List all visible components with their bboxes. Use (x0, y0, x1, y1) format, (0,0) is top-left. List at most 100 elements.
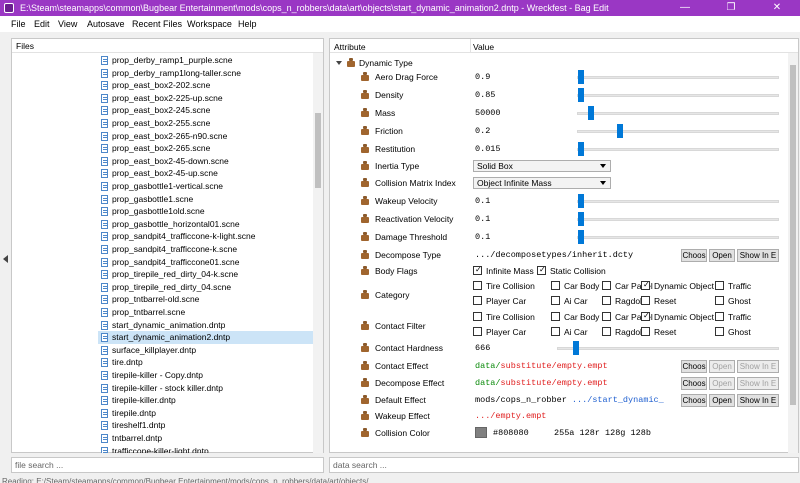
menu-help[interactable]: Help (238, 19, 257, 29)
file-list-item[interactable]: tire.dntp (98, 356, 313, 369)
menu-view[interactable]: View (58, 19, 77, 29)
slider-thumb[interactable] (578, 88, 584, 102)
menu-autosave[interactable]: Autosave (87, 19, 125, 29)
minimize-button[interactable]: — (662, 0, 708, 16)
checkbox-box[interactable] (715, 312, 724, 321)
attr-value[interactable]: 50000 (475, 108, 501, 118)
choose-button[interactable]: Choos (681, 394, 707, 407)
file-list-item[interactable]: tireshelf1.dntp (98, 419, 313, 432)
color-hex[interactable]: #808080 (493, 428, 529, 438)
collision-matrix-select[interactable]: Object Infinite Mass (473, 177, 611, 189)
slider-thumb[interactable] (578, 142, 584, 156)
checkbox-box[interactable] (551, 281, 560, 290)
file-list-item[interactable]: tntbarrel.dntp (98, 432, 313, 445)
file-list-item[interactable]: prop_gasbottle1.scne (98, 193, 313, 206)
file-list-item[interactable]: start_dynamic_animation2.dntp (98, 331, 313, 344)
checkbox-box[interactable] (602, 296, 611, 305)
attr-value[interactable]: 666 (475, 343, 490, 353)
files-scroll-thumb[interactable] (315, 113, 321, 188)
slider-thumb[interactable] (578, 194, 584, 208)
data-search-input[interactable]: data search ... (329, 457, 799, 473)
checkbox-box[interactable] (473, 327, 482, 336)
checkbox-box[interactable] (715, 281, 724, 290)
file-list-item[interactable]: prop_gasbottle_horizontal01.scne (98, 218, 313, 231)
checkbox-box[interactable] (641, 280, 650, 290)
menu-file[interactable]: File (11, 19, 26, 29)
file-list-item[interactable]: prop_tirepile_red_dirty_04-k.scne (98, 268, 313, 281)
reactivation-velocity-slider[interactable] (577, 212, 779, 226)
col-value[interactable]: Value (473, 42, 494, 52)
collapse-arrow-icon[interactable] (3, 255, 8, 263)
checkbox-box[interactable] (641, 296, 650, 305)
show-in-explorer-button[interactable]: Show In E (737, 249, 779, 262)
checkbox-box[interactable] (551, 327, 560, 336)
data-scrollbar[interactable] (788, 53, 798, 453)
maximize-button[interactable]: ❐ (708, 0, 754, 16)
open-button[interactable]: Open (709, 394, 735, 407)
file-list-item[interactable]: prop_gasbottle1-vertical.scne (98, 180, 313, 193)
chevron-down-icon[interactable] (336, 61, 342, 65)
file-list-item[interactable]: prop_derby_ramp1long-taller.scne (98, 67, 313, 80)
file-list-item[interactable]: prop_tirepile_red_dirty_04.scne (98, 281, 313, 294)
friction-slider[interactable] (577, 124, 779, 138)
aero-slider[interactable] (577, 70, 779, 84)
checkbox-box[interactable] (473, 281, 482, 290)
checkbox-box[interactable] (602, 312, 611, 321)
menu-edit[interactable]: Edit (34, 19, 50, 29)
data-scroll-thumb[interactable] (790, 65, 796, 405)
checkbox-box[interactable] (551, 312, 560, 321)
density-slider[interactable] (577, 88, 779, 102)
file-list-item[interactable]: prop_east_box2-45-up.scne (98, 167, 313, 180)
file-list-item[interactable]: prop_gasbottle1old.scne (98, 205, 313, 218)
file-list-item[interactable]: tirepile-killer - stock killer.dntp (98, 382, 313, 395)
choose-button[interactable]: Choos (681, 377, 707, 390)
show-in-explorer-button[interactable]: Show In E (737, 377, 779, 390)
attr-value[interactable]: 0.1 (475, 214, 490, 224)
file-list-item[interactable]: prop_tntbarrel-old.scne (98, 293, 313, 306)
color-swatch[interactable] (475, 427, 487, 438)
col-attribute[interactable]: Attribute (334, 42, 366, 52)
files-scrollbar[interactable] (313, 53, 323, 453)
file-list-item[interactable]: prop_derby_ramp1_purple.scne (98, 54, 313, 67)
file-list-item[interactable]: tirepile.dntp (98, 407, 313, 420)
file-list-item[interactable]: prop_east_box2-265-n90.scne (98, 130, 313, 143)
color-channels[interactable]: 255a 128r 128g 128b (554, 428, 651, 438)
checkbox-box[interactable] (602, 327, 611, 336)
wakeup-velocity-slider[interactable] (577, 194, 779, 208)
file-list-item[interactable]: prop_east_box2-225-up.scne (98, 92, 313, 105)
file-list-item[interactable]: prop_sandpit4_trafficcone01.scne (98, 256, 313, 269)
file-list-item[interactable]: prop_east_box2-202.scne (98, 79, 313, 92)
file-list-item[interactable]: start_dynamic_animation.dntp (98, 319, 313, 332)
checkbox-box[interactable] (473, 296, 482, 305)
attr-value[interactable]: 0.015 (475, 144, 501, 154)
slider-thumb[interactable] (578, 212, 584, 226)
column-divider[interactable] (470, 39, 471, 53)
file-list-item[interactable]: prop_sandpit4_trafficcone-k.scne (98, 243, 313, 256)
file-list-item[interactable]: surface_killplayer.dntp (98, 344, 313, 357)
show-in-explorer-button[interactable]: Show In E (737, 360, 779, 373)
mass-slider[interactable] (577, 106, 779, 120)
checkbox-box[interactable] (473, 312, 482, 321)
file-list-item[interactable]: prop_east_box2-255.scne (98, 117, 313, 130)
close-button[interactable]: ✕ (754, 0, 800, 16)
checkbox-box[interactable] (473, 265, 482, 275)
checkbox-box[interactable] (641, 311, 650, 321)
checkbox-box[interactable] (551, 296, 560, 305)
slider-thumb[interactable] (573, 341, 580, 355)
attr-value[interactable]: 0.1 (475, 232, 490, 242)
file-search-input[interactable]: file search ... (11, 457, 324, 473)
choose-button[interactable]: Choos (681, 360, 707, 373)
choose-button[interactable]: Choos (681, 249, 707, 262)
slider-thumb[interactable] (617, 124, 624, 138)
slider-thumb[interactable] (587, 106, 594, 120)
checkbox-box[interactable] (715, 327, 724, 336)
checkbox-box[interactable] (641, 327, 650, 336)
file-list-item[interactable]: prop_tntbarrel.scne (98, 306, 313, 319)
open-button[interactable]: Open (709, 360, 735, 373)
menu-recent-files[interactable]: Recent Files (132, 19, 182, 29)
checkbox-box[interactable] (602, 281, 611, 290)
attr-value[interactable]: 0.2 (475, 126, 490, 136)
damage-threshold-slider[interactable] (577, 230, 779, 244)
open-button[interactable]: Open (709, 249, 735, 262)
attr-value[interactable]: 0.85 (475, 90, 495, 100)
